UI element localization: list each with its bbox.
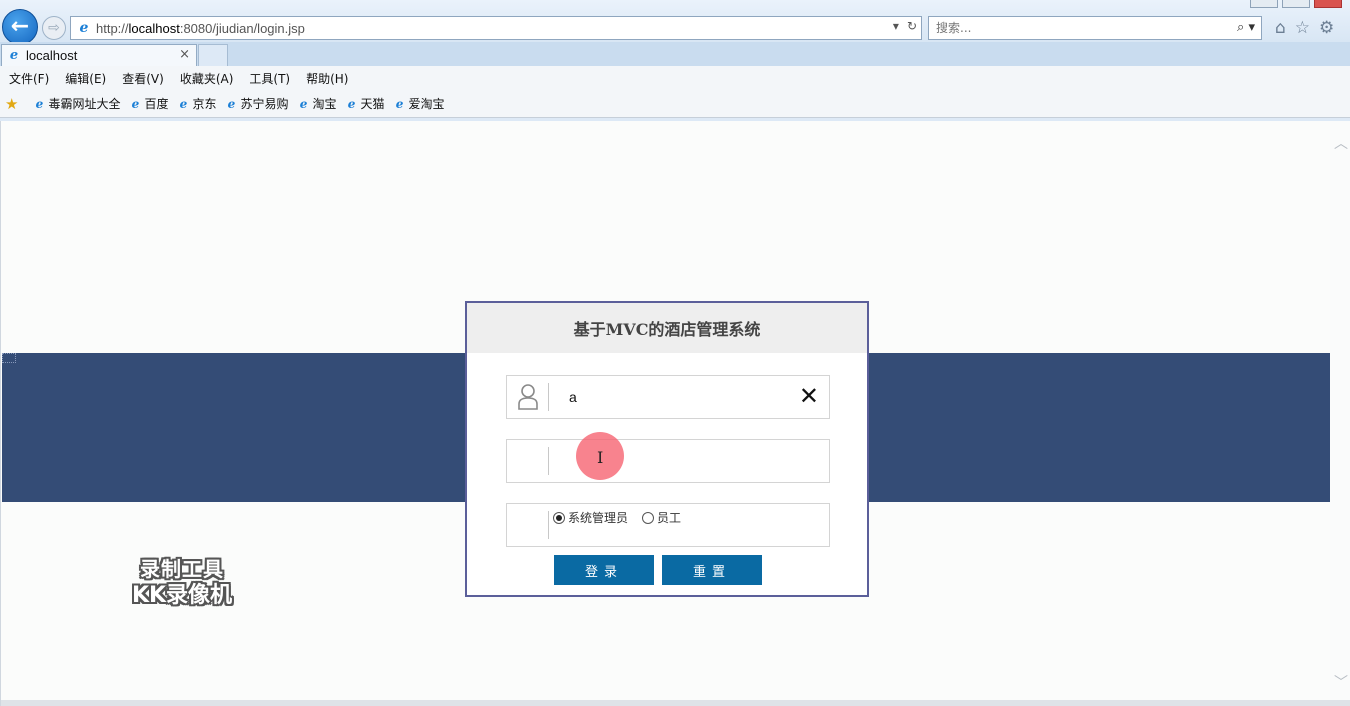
password-field (506, 439, 830, 483)
radio-checked[interactable] (553, 511, 565, 524)
ie-link-icon: e (131, 96, 140, 111)
maximize-button[interactable] (1282, 0, 1310, 8)
refresh-icon[interactable]: ↻ (907, 19, 917, 33)
username-input[interactable] (569, 387, 779, 407)
favorites-bar: ★ e 毒霸网址大全 e 百度 e 京东 e 苏宁易购 e 淘宝 e 天猫 e 爱淘宝 (0, 90, 1350, 118)
role-icon (507, 504, 549, 546)
reset-button[interactable]: 重置 (662, 555, 762, 585)
scroll-up-icon[interactable]: ︿ (1334, 133, 1348, 153)
search-input[interactable] (936, 21, 1216, 35)
search-box[interactable]: ⌕ ▾ (928, 16, 1262, 40)
forward-button[interactable]: ⇨ (42, 16, 66, 40)
favorites-star-icon[interactable]: ☆ (1295, 18, 1310, 38)
menu-help[interactable]: 帮助(H) (306, 70, 348, 87)
back-arrow-icon: ← (10, 14, 30, 39)
navigation-bar: ← ⇨ e http://localhost:8080/jiudian/logi… (0, 0, 1350, 45)
role-radio-staff[interactable]: 员工 (642, 509, 681, 526)
role-radio-admin[interactable]: 系统管理员 (553, 509, 628, 526)
login-header: 基于MVC的酒店管理系统 (467, 303, 867, 353)
menu-edit[interactable]: 编辑(E) (65, 70, 106, 87)
address-bar[interactable]: e http://localhost:8080/jiudian/login.js… (70, 16, 922, 40)
recorder-watermark: 录制工具 KK录像机 (114, 556, 250, 610)
login-title: 基于MVC的酒店管理系统 (573, 320, 761, 339)
login-button[interactable]: 登录 (554, 555, 654, 585)
tab-bar: e localhost × (0, 42, 1350, 66)
fav-link-aitaobao[interactable]: e 爱淘宝 (393, 95, 445, 112)
field-divider (548, 447, 549, 475)
watermark-line1: 录制工具 (140, 557, 224, 581)
address-dropdown-icon[interactable]: ▾ (893, 19, 899, 33)
fav-link-suning[interactable]: e 苏宁易购 (225, 95, 289, 112)
url-text[interactable]: http://localhost:8080/jiudian/login.jsp (96, 21, 305, 36)
lock-icon (507, 440, 549, 482)
vertical-scrollbar[interactable]: ︿ ﹀ (1330, 121, 1350, 706)
close-window-button[interactable] (1314, 0, 1342, 8)
new-tab-button[interactable] (198, 44, 228, 66)
browser-chrome: ← ⇨ e http://localhost:8080/jiudian/logi… (0, 0, 1350, 121)
home-icon[interactable]: ⌂ (1275, 18, 1286, 38)
menu-bar: 文件(F) 编辑(E) 查看(V) 收藏夹(A) 工具(T) 帮助(H) (0, 66, 1350, 90)
ie-link-icon: e (179, 96, 188, 111)
role-field: 系统管理员 员工 (506, 503, 830, 547)
ie-link-icon: e (347, 96, 356, 111)
ie-link-icon: e (395, 96, 404, 111)
menu-file[interactable]: 文件(F) (9, 70, 49, 87)
gear-icon[interactable]: ⚙ (1319, 18, 1334, 38)
ie-link-icon: e (299, 96, 308, 111)
fav-link-baidu[interactable]: e 百度 (128, 95, 169, 112)
ie-link-icon: e (35, 96, 44, 111)
field-divider (548, 383, 549, 411)
minimize-button[interactable] (1250, 0, 1278, 8)
clear-input-icon[interactable]: ✕ (799, 384, 819, 408)
scroll-down-icon[interactable]: ﹀ (1334, 672, 1348, 692)
back-button[interactable]: ← (2, 9, 38, 45)
fav-link-jd[interactable]: e 京东 (176, 95, 217, 112)
ie-tab-icon: e (9, 48, 19, 63)
page-viewport: 录制工具 KK录像机 基于MVC的酒店管理系统 ✕ (0, 121, 1350, 706)
username-field: ✕ (506, 375, 830, 419)
menu-favorites[interactable]: 收藏夹(A) (180, 70, 234, 87)
fav-link-duba[interactable]: e 毒霸网址大全 (32, 95, 121, 112)
field-divider (548, 511, 549, 539)
favorites-star-add-icon[interactable]: ★ (5, 95, 18, 113)
forward-arrow-icon: ⇨ (48, 20, 60, 36)
fav-link-tmall[interactable]: e 天猫 (345, 95, 385, 112)
watermark-line2: KK录像机 (131, 583, 233, 608)
search-icon[interactable]: ⌕ ▾ (1237, 20, 1255, 35)
status-edge (1, 700, 1350, 706)
text-cursor-icon: I (597, 448, 604, 467)
ie-link-icon: e (227, 96, 236, 111)
tab-close-icon[interactable]: × (179, 47, 190, 62)
fav-link-taobao[interactable]: e 淘宝 (297, 95, 337, 112)
tab-title: localhost (26, 48, 78, 63)
tab-localhost[interactable]: e localhost × (1, 44, 197, 66)
user-icon (507, 376, 549, 418)
menu-view[interactable]: 查看(V) (122, 70, 164, 87)
radio-unchecked[interactable] (642, 511, 655, 524)
login-dialog: 基于MVC的酒店管理系统 ✕ 系统管理员 员工 (465, 301, 869, 597)
role-radio-group: 系统管理员 员工 (553, 509, 695, 526)
broken-image-placeholder (2, 353, 16, 363)
ie-page-icon: e (79, 20, 89, 36)
menu-tools[interactable]: 工具(T) (249, 70, 290, 87)
